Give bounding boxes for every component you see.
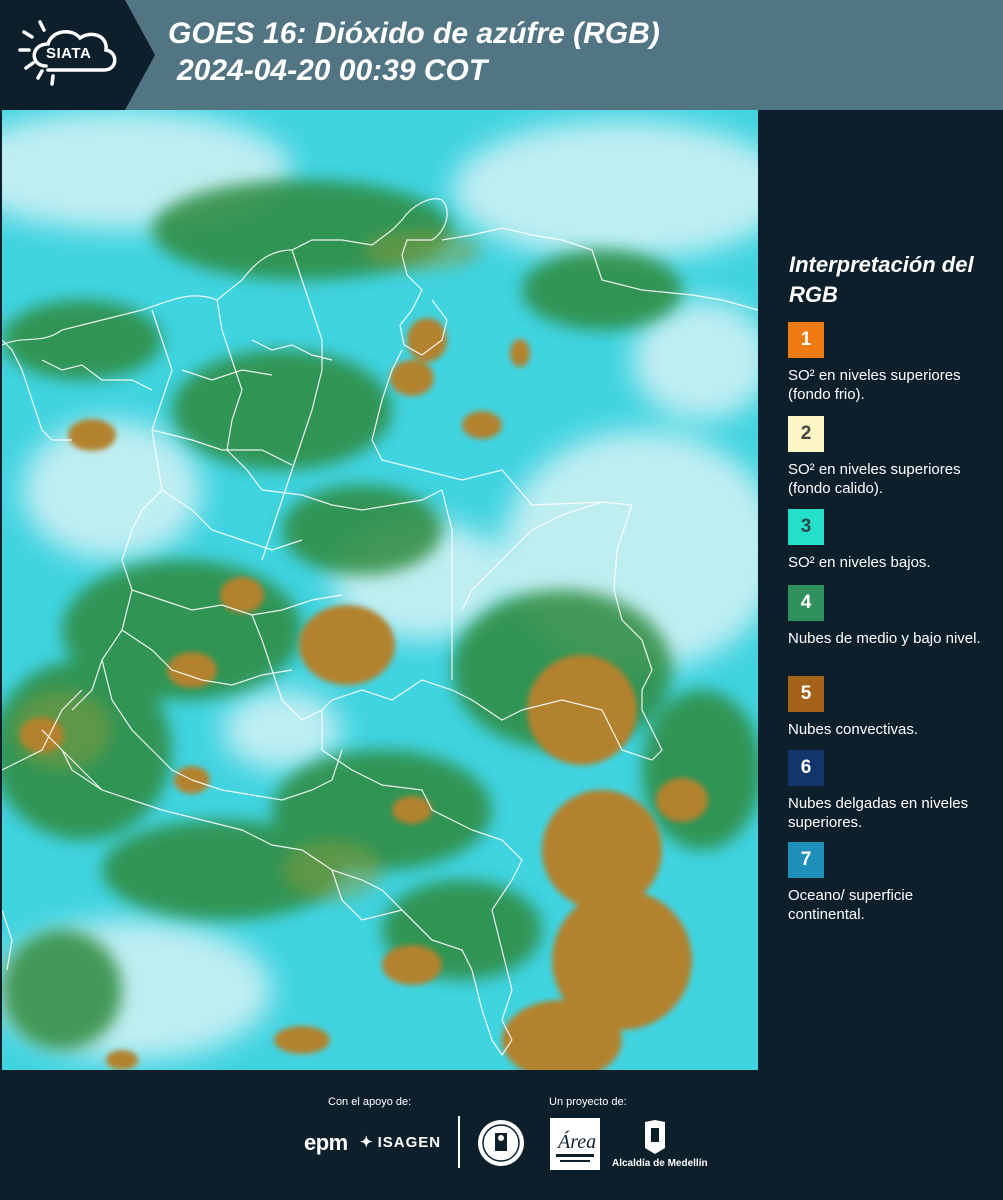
satellite-map[interactable]	[2, 110, 758, 1070]
legend-swatch: 2	[788, 416, 824, 452]
legend-swatch: 4	[788, 585, 824, 621]
footer: Con el apoyo de: Un proyecto de: epm ✦ IS…	[0, 1070, 1003, 1200]
page-title: GOES 16: Dióxido de azúfre (RGB)	[168, 17, 660, 50]
legend-swatch: 7	[788, 842, 824, 878]
legend-label: SO² en niveles bajos.	[788, 554, 931, 571]
legend-item-3: 3 SO² en niveles bajos.	[788, 509, 993, 572]
svg-text:Área: Área	[556, 1130, 596, 1153]
legend-panel: Interpretación del RGB 1 SO² en niveles …	[760, 110, 1003, 1070]
legend-item-5: 5 Nubes convectivas.	[788, 676, 993, 739]
timestamp: 2024-04-20 00:39 COT	[177, 54, 488, 87]
area-metropolitana-logo: Área	[550, 1118, 600, 1170]
medellin-seal-icon	[476, 1118, 526, 1168]
legend-swatch: 1	[788, 322, 824, 358]
project-label: Un proyecto de:	[549, 1096, 627, 1108]
alcaldia-label: Alcaldía de Medellín	[612, 1158, 708, 1169]
legend-title: Interpretación del RGB	[789, 252, 974, 307]
isagen-logo: ✦ ISAGEN	[360, 1133, 441, 1151]
legend-item-4: 4 Nubes de medio y bajo nivel.	[788, 585, 993, 648]
legend-swatch: 5	[788, 676, 824, 712]
legend-item-1: 1 SO² en niveles superiores (fondo frio)…	[788, 322, 993, 404]
legend-item-2: 2 SO² en niveles superiores (fondo calid…	[788, 416, 993, 506]
footer-divider	[458, 1116, 460, 1168]
legend-label: Nubes de medio y bajo nivel.	[788, 630, 981, 647]
epm-logo: epm	[304, 1130, 348, 1155]
legend-label: Oceano/ superficie continental.	[788, 887, 914, 923]
support-label: Con el apoyo de:	[328, 1096, 412, 1108]
legend-label: SO² en niveles superiores (fondo frio).	[788, 367, 961, 403]
legend-label: SO² en niveles superiores (fondo calido)…	[788, 461, 961, 497]
legend-item-6: 6 Nubes delgadas en niveles superiores.	[788, 750, 993, 832]
legend-item-7: 7 Oceano/ superficie continental.	[788, 842, 993, 924]
legend-swatch: 3	[788, 509, 824, 545]
isagen-logo-text: ISAGEN	[377, 1134, 442, 1151]
siata-logo-text: SIATA	[46, 45, 92, 62]
legend-label: Nubes delgadas en niveles superiores.	[788, 795, 969, 831]
header-bar: SIATA GOES 16: Dióxido de azúfre (RGB) 2…	[0, 0, 1003, 110]
siata-logo: SIATA	[0, 0, 155, 110]
legend-label: Nubes convectivas.	[788, 721, 919, 738]
isagen-mark-icon: ✦	[360, 1134, 374, 1151]
legend-swatch: 6	[788, 750, 824, 786]
